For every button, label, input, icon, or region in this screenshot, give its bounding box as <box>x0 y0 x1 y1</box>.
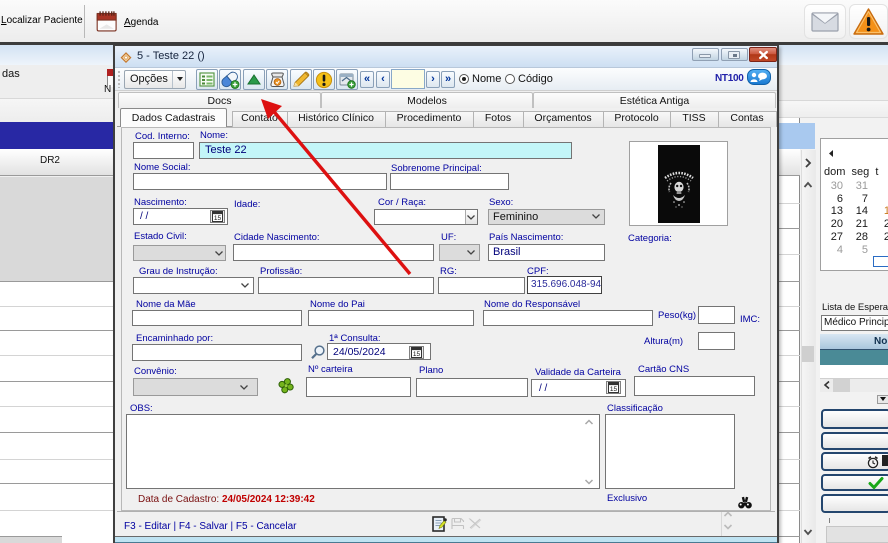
svg-text:15: 15 <box>610 386 618 393</box>
svg-text:15: 15 <box>413 351 421 358</box>
svg-text:15: 15 <box>214 215 222 222</box>
